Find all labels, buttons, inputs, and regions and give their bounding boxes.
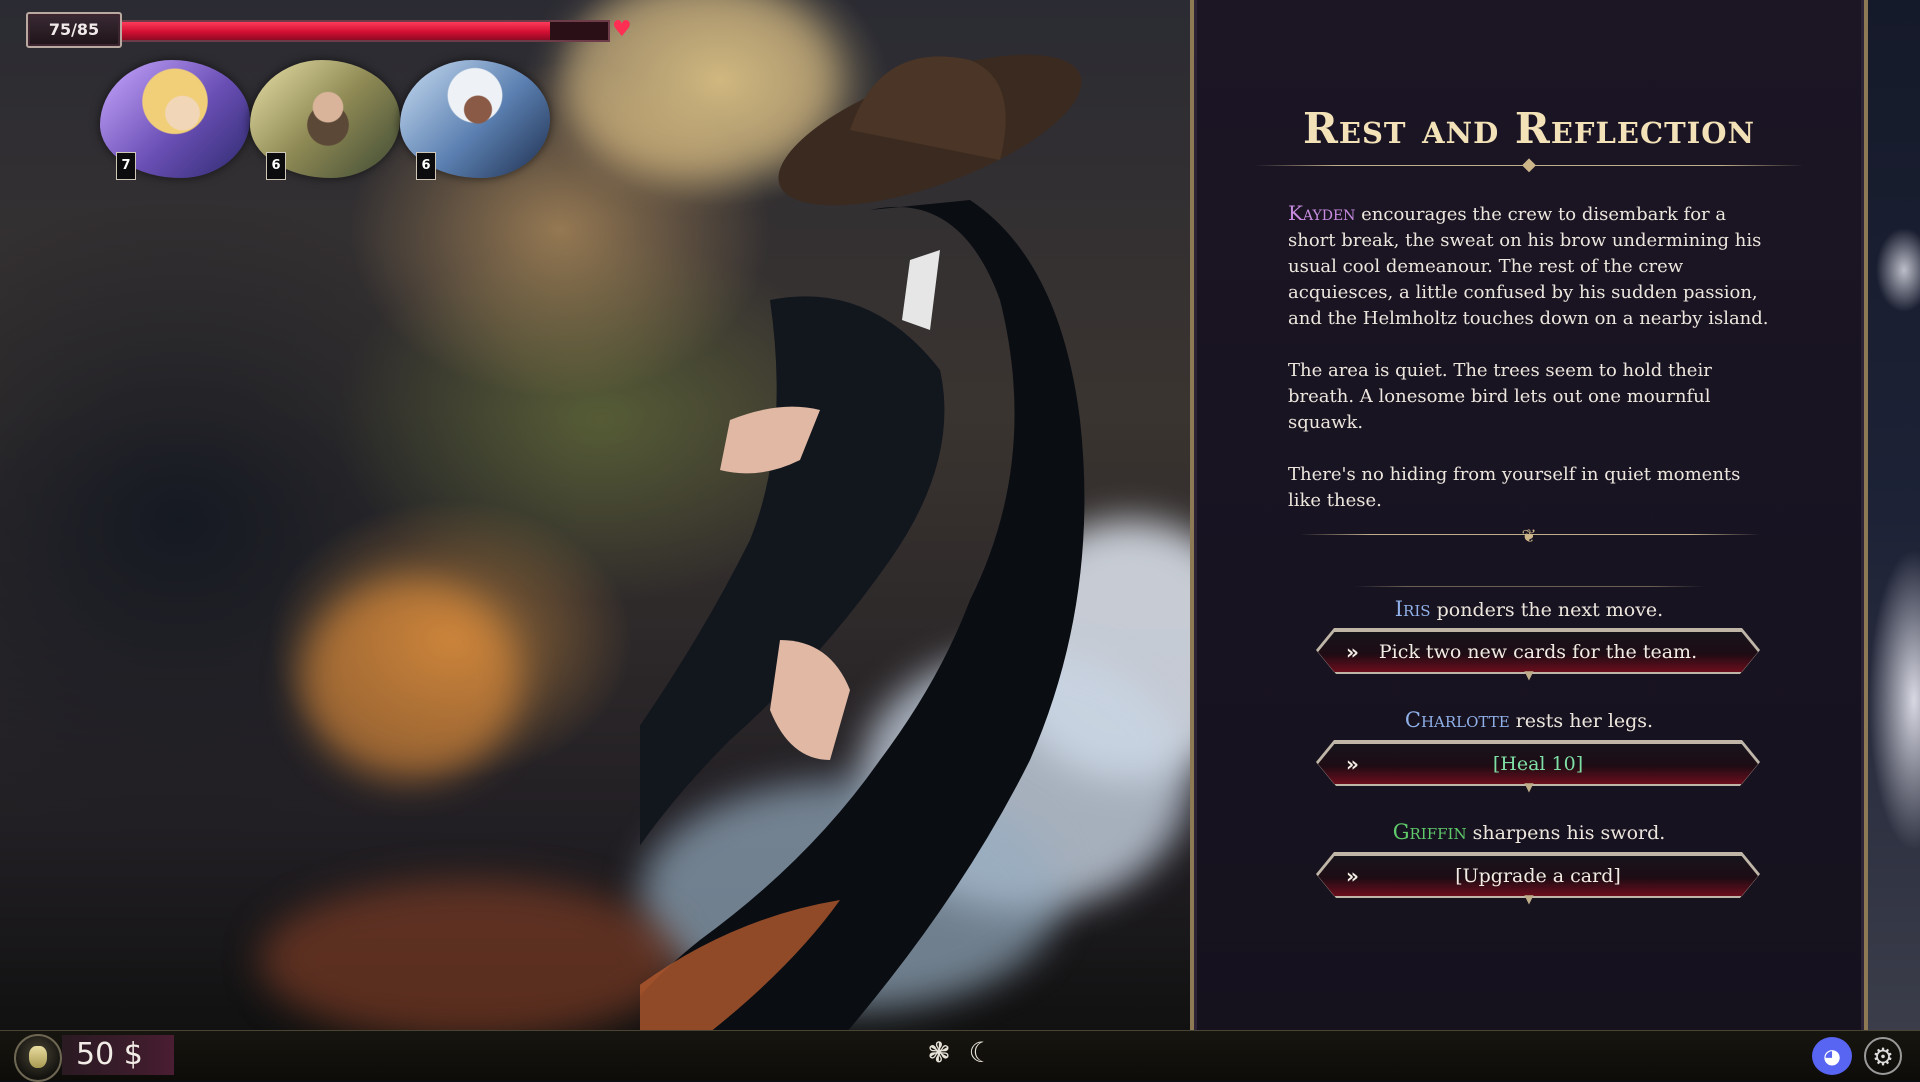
skill-tree-icon[interactable]: ❃ <box>922 1036 956 1070</box>
health-fill <box>118 22 551 40</box>
knot-ornament-icon: ▼ <box>1524 892 1534 906</box>
character-name: Griffin <box>1392 820 1467 844</box>
choice-label: [Heal 10] <box>1492 753 1584 775</box>
discord-icon[interactable]: ◕ <box>1812 1037 1852 1075</box>
knot-ornament-icon: ▼ <box>1524 780 1534 794</box>
prompt-text: rests her legs. <box>1509 710 1654 732</box>
story-paragraph: There's no hiding from yourself in quiet… <box>1288 464 1741 511</box>
dragon-icon[interactable]: ☾ <box>964 1036 998 1070</box>
choice-label: Pick two new cards for the team. <box>1378 641 1698 663</box>
event-panel: Rest and Reflection ◆ Kayden encourages … <box>1190 0 1868 1030</box>
party-portrait-charlotte[interactable]: 7 <box>100 60 250 180</box>
health-bar: 75/85 ♥ <box>26 12 632 48</box>
event-story: Kayden encourages the crew to disembark … <box>1288 200 1778 540</box>
card-count-badge: 7 <box>116 152 136 180</box>
gold-amount: 50 $ <box>76 1037 143 1072</box>
cloaked-figure <box>640 54 1085 1030</box>
prompt-text: sharpens his sword. <box>1466 822 1666 844</box>
gold-bag-icon <box>14 1034 62 1082</box>
divider-ornament-icon: ◆ <box>1522 154 1536 175</box>
heart-icon: ♥ <box>612 17 632 42</box>
choice-prompt: Griffin sharpens his sword. <box>1194 820 1864 844</box>
character-name: Charlotte <box>1404 708 1510 732</box>
story-text: encourages the crew to disembark for a s… <box>1288 204 1769 329</box>
choice-prompt: Charlotte rests her legs. <box>1194 708 1864 732</box>
character-name: Iris <box>1394 597 1431 621</box>
character-name: Kayden <box>1288 201 1356 225</box>
divider-ornament-icon: ❦ <box>1521 526 1537 547</box>
bottom-bar <box>0 1030 1920 1081</box>
choice-prompt: Iris ponders the next move. <box>1194 597 1864 621</box>
knot-ornament-icon: ▼ <box>1524 668 1534 682</box>
card-count-badge: 6 <box>416 152 436 180</box>
health-value: 75/85 <box>26 12 122 48</box>
cloud <box>300 580 520 780</box>
choice-label: [Upgrade a card] <box>1455 865 1621 887</box>
card-count-badge: 6 <box>266 152 286 180</box>
party-portrait-iris[interactable]: 6 <box>400 60 550 180</box>
background-clouds-right <box>1864 0 1920 1030</box>
choices-divider-thin <box>1354 586 1704 587</box>
health-track <box>118 20 610 42</box>
party-portrait-griffin[interactable]: 6 <box>250 60 400 180</box>
event-title: Rest and Reflection <box>1302 104 1756 153</box>
prompt-text: ponders the next move. <box>1430 599 1664 621</box>
story-paragraph: The area is quiet. The trees seem to hol… <box>1288 360 1712 433</box>
cloud <box>260 880 680 1030</box>
story-paragraph: Kayden encourages the crew to disembark … <box>1288 200 1778 332</box>
settings-icon[interactable]: ⚙ <box>1864 1037 1902 1075</box>
